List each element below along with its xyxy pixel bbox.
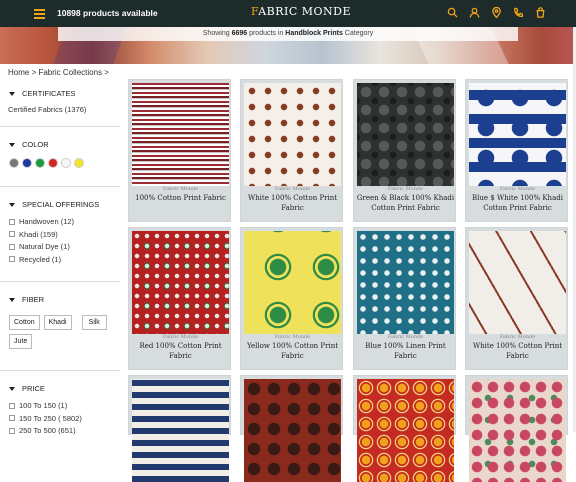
product-card[interactable]: Fabric Monde White 100% Cotton Print Fab… [465,227,568,370]
checkbox[interactable] [9,218,15,225]
filter-color: COLOR [0,127,120,187]
checkbox[interactable] [9,415,15,421]
filter-price: PRICE 100 To 150 (1) 150 To 250 ( 5802) … [0,371,120,435]
product-name[interactable]: Red 100% Cotton Print Fabric [131,342,230,361]
product-card[interactable]: Fabric Monde Blue $ White 100% Khadi Cot… [465,79,568,222]
product-name[interactable]: Blue $ White 100% Khadi Cotton Print Fab… [468,194,567,213]
breadcrumb[interactable]: Home > Fabric Collections > [8,68,109,77]
product-name[interactable]: Green & Black 100% Khadi Cotton Print Fa… [356,194,455,213]
product-card[interactable]: Fabric Monde White 100% Cotton Print Fab… [240,79,343,222]
showing-text: Showing 6696 products in Handblock Print… [58,27,518,41]
product-card[interactable]: Fabric Monde Green & Black 100% Khadi Co… [353,79,456,222]
product-image[interactable] [244,83,341,186]
product-image[interactable] [244,231,341,334]
site-logo[interactable]: FABRIC MONDE [251,5,351,18]
checkbox[interactable] [9,256,15,262]
product-brand: Fabric Monde [387,186,424,192]
caret-down-icon [9,91,15,96]
product-image[interactable] [132,379,229,482]
product-image[interactable] [469,83,566,186]
filter-special-offerings: SPECIAL OFFERINGS Handwoven (12) Khadi (… [0,187,120,282]
location-icon[interactable] [491,7,502,18]
product-grid: Fabric Monde 100% Cotton Print Fabric Fa… [128,79,576,482]
price-option-150-250[interactable]: 150 To 250 ( 5802) [0,414,120,423]
category-banner: Showing 6696 products in Handblock Print… [0,27,576,64]
menu-icon[interactable] [34,9,45,19]
product-name[interactable]: White 100% Cotton Print Fabric [243,194,342,213]
checkbox[interactable] [9,243,15,250]
product-brand: Fabric Monde [162,186,199,192]
checkbox[interactable] [9,427,15,434]
special-option-recycled[interactable]: Recycled (1) [0,255,120,264]
product-image[interactable] [357,231,454,334]
product-brand: Fabric Monde [499,186,536,192]
product-card[interactable]: Fabric Monde Yellow 100% Cotton Print Fa… [240,227,343,370]
special-option-natural-dye[interactable]: Natural Dye (1) [0,242,120,251]
caret-down-icon [9,142,15,147]
product-image[interactable] [132,83,229,186]
caret-down-icon [9,297,15,302]
color-swatch-blue[interactable] [22,158,32,168]
product-brand: Fabric Monde [387,334,424,340]
fiber-chip-silk[interactable]: Silk [81,315,107,330]
cart-icon[interactable] [535,7,546,18]
phone-icon[interactable] [513,7,524,18]
top-navbar: 10898 products available FABRIC MONDE [0,0,576,27]
filter-title-special-offerings[interactable]: SPECIAL OFFERINGS [0,200,120,209]
price-option-100-150[interactable]: 100 To 150 (1) [0,401,120,410]
fiber-chip-cotton[interactable]: Cotton [9,315,40,330]
color-swatch-white[interactable] [61,158,71,168]
filter-fiber: FIBER Cotton Khadi Silk Jute [0,282,120,371]
special-option-handwoven[interactable]: Handwoven (12) [0,217,120,226]
product-card[interactable]: Fabric Monde Red 100% Cotton Print Fabri… [128,227,231,370]
caret-down-icon [9,202,15,207]
price-option-250-500[interactable]: 250 To 500 (651) [0,426,120,435]
color-swatch-green[interactable] [35,158,45,168]
special-option-khadi[interactable]: Khadi (159) [0,230,120,239]
checkbox[interactable] [9,402,15,409]
search-icon[interactable] [447,7,458,18]
user-icon[interactable] [469,7,480,18]
product-name[interactable]: Blue 100% Linen Print Fabric [356,342,455,361]
product-brand: Fabric Monde [274,334,311,340]
product-card[interactable] [240,375,343,482]
product-image[interactable] [132,231,229,334]
product-brand: Fabric Monde [274,186,311,192]
product-card[interactable]: Fabric Monde 100% Cotton Print Fabric [128,79,231,222]
product-card[interactable] [353,375,456,482]
filter-certificates: CERTIFICATES Certified Fabrics (1376) [0,80,120,127]
fiber-chip-khadi[interactable]: Khadi [43,315,72,330]
checkbox[interactable] [9,231,15,237]
color-swatch-grey[interactable] [9,158,19,168]
filter-title-fiber[interactable]: FIBER [0,295,120,304]
product-image[interactable] [469,231,566,334]
product-card[interactable] [128,375,231,482]
filter-title-color[interactable]: COLOR [0,140,120,149]
product-name[interactable]: White 100% Cotton Print Fabric [468,342,567,361]
certified-fabrics-option[interactable]: Certified Fabrics (1376) [0,105,120,114]
filter-sidebar: CERTIFICATES Certified Fabrics (1376) CO… [0,80,120,435]
product-brand: Fabric Monde [162,334,199,340]
filter-title-price[interactable]: PRICE [0,384,120,393]
product-image[interactable] [244,379,341,482]
product-card[interactable]: Fabric Monde Blue 100% Linen Print Fabri… [353,227,456,370]
product-count: 10898 products available [57,8,158,18]
product-image[interactable] [357,83,454,186]
color-swatch-yellow[interactable] [74,158,84,168]
filter-title-certificates[interactable]: CERTIFICATES [0,89,120,98]
color-swatches [0,158,120,168]
caret-down-icon [9,386,15,391]
product-name[interactable]: 100% Cotton Print Fabric [131,194,230,204]
product-name[interactable]: Yellow 100% Cotton Print Fabric [243,342,342,361]
product-image[interactable] [357,379,454,482]
fiber-chip-jute[interactable]: Jute [9,334,33,349]
product-card[interactable] [465,375,568,482]
product-brand: Fabric Monde [499,334,536,340]
color-swatch-red[interactable] [48,158,58,168]
product-image[interactable] [469,379,566,482]
